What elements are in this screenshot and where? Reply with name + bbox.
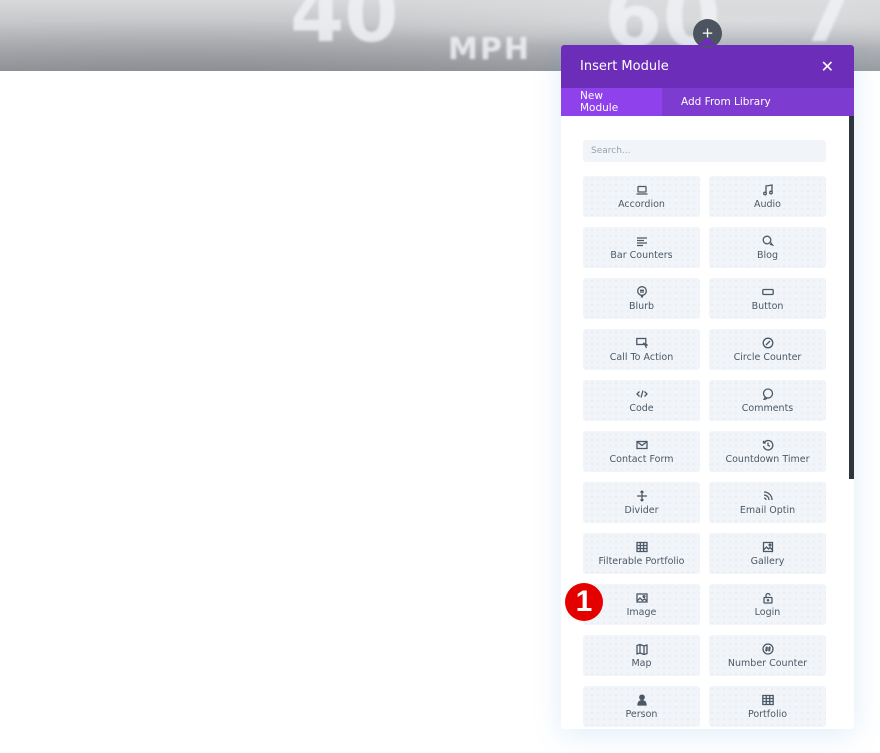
- speedometer-unit: MPH: [448, 32, 531, 67]
- module-countdown-timer[interactable]: Countdown Timer: [709, 431, 826, 472]
- module-label: Call To Action: [609, 352, 674, 363]
- modal-pointer-arrow: [697, 37, 717, 46]
- scrollbar[interactable]: [849, 116, 854, 479]
- insert-module-modal: Insert Module ✕ New Module Add From Libr…: [561, 45, 854, 729]
- close-icon[interactable]: ✕: [821, 58, 834, 75]
- history-clock-icon: [761, 438, 775, 452]
- module-label: Blog: [757, 250, 778, 261]
- module-grid: Accordion Audio Bar Counters Blog Blurb Butto…: [583, 176, 826, 727]
- module-label: Image: [626, 607, 657, 618]
- circle-slash-icon: [761, 336, 775, 350]
- map-icon: [635, 642, 649, 656]
- step-number-badge: 1: [565, 583, 603, 621]
- module-login[interactable]: Login: [709, 584, 826, 625]
- module-label: Map: [631, 658, 652, 669]
- message-pin-icon: [635, 285, 649, 299]
- module-label: Code: [629, 403, 654, 414]
- search-input[interactable]: [583, 140, 826, 162]
- module-label: Accordion: [618, 199, 665, 210]
- module-label: Person: [625, 709, 658, 720]
- module-accordion[interactable]: Accordion: [583, 176, 700, 217]
- module-label: Bar Counters: [610, 250, 673, 261]
- comment-icon: [761, 387, 775, 401]
- music-note-icon: [761, 183, 775, 197]
- module-gallery[interactable]: Gallery: [709, 533, 826, 574]
- module-bar-counters[interactable]: Bar Counters: [583, 227, 700, 268]
- module-label: Contact Form: [609, 454, 674, 465]
- module-label: Gallery: [750, 556, 785, 567]
- align-left-icon: [635, 234, 649, 248]
- module-label: Comments: [741, 403, 794, 414]
- module-map[interactable]: Map: [583, 635, 700, 676]
- module-person[interactable]: Person: [583, 686, 700, 727]
- module-blurb[interactable]: Blurb: [583, 278, 700, 319]
- divider-arrows-icon: [635, 489, 649, 503]
- module-label: Email Optin: [739, 505, 796, 516]
- module-call-to-action[interactable]: Call To Action: [583, 329, 700, 370]
- image-icon: [635, 591, 649, 605]
- envelope-icon: [635, 438, 649, 452]
- rss-icon: [761, 489, 775, 503]
- module-portfolio[interactable]: Portfolio: [709, 686, 826, 727]
- person-icon: [635, 693, 649, 707]
- modal-tabs: New Module Add From Library: [561, 88, 854, 116]
- chat-bubbles-icon: [761, 234, 775, 248]
- module-label: Audio: [753, 199, 781, 210]
- module-number-counter[interactable]: Number Counter: [709, 635, 826, 676]
- grid-table-icon: [635, 540, 649, 554]
- module-label: Blurb: [628, 301, 655, 312]
- module-divider[interactable]: Divider: [583, 482, 700, 523]
- gallery-images-icon: [761, 540, 775, 554]
- modal-body: Accordion Audio Bar Counters Blog Blurb Butto…: [561, 116, 854, 729]
- module-label: Divider: [624, 505, 659, 516]
- module-audio[interactable]: Audio: [709, 176, 826, 217]
- monitor-cursor-icon: [635, 336, 649, 350]
- module-contact-form[interactable]: Contact Form: [583, 431, 700, 472]
- tab-add-from-library[interactable]: Add From Library: [662, 88, 790, 116]
- module-comments[interactable]: Comments: [709, 380, 826, 421]
- module-label: Filterable Portfolio: [598, 556, 685, 567]
- module-label: Countdown Timer: [725, 454, 810, 465]
- hash-circle-icon: [761, 642, 775, 656]
- modal-header: Insert Module ✕: [561, 45, 854, 88]
- module-label: Circle Counter: [733, 352, 802, 363]
- module-label: Login: [754, 607, 781, 618]
- module-label: Portfolio: [747, 709, 788, 720]
- table-grid-icon: [761, 693, 775, 707]
- button-rectangle-icon: [761, 285, 775, 299]
- module-label: Button: [751, 301, 784, 312]
- laptop-icon: [635, 183, 649, 197]
- module-email-optin[interactable]: Email Optin: [709, 482, 826, 523]
- tab-new-module[interactable]: New Module: [561, 88, 662, 116]
- module-button[interactable]: Button: [709, 278, 826, 319]
- unlock-icon: [761, 591, 775, 605]
- module-blog[interactable]: Blog: [709, 227, 826, 268]
- modal-title: Insert Module: [580, 59, 669, 74]
- module-label: Number Counter: [727, 658, 808, 669]
- module-circle-counter[interactable]: Circle Counter: [709, 329, 826, 370]
- module-code[interactable]: Code: [583, 380, 700, 421]
- module-filterable-portfolio[interactable]: Filterable Portfolio: [583, 533, 700, 574]
- code-brackets-icon: [635, 387, 649, 401]
- speedometer-number: 40: [290, 0, 399, 60]
